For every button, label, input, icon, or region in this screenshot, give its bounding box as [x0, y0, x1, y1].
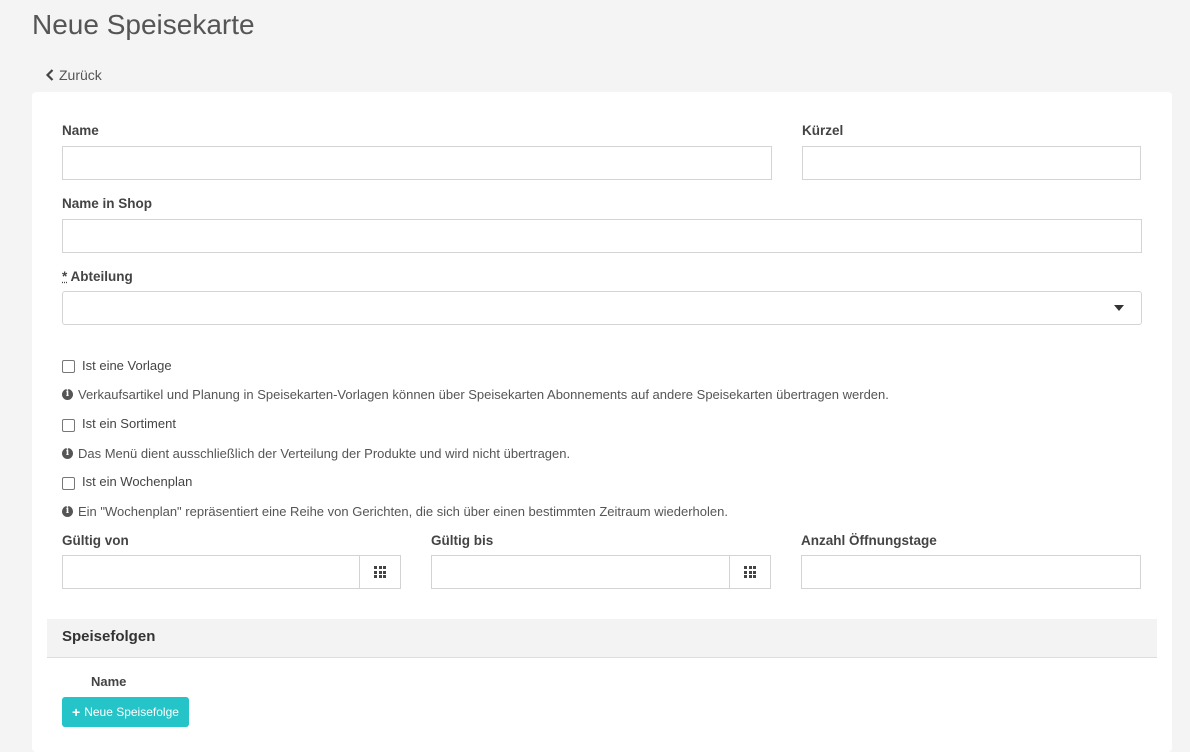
info-circle-icon: i	[62, 389, 73, 400]
name-label: Name	[62, 123, 99, 138]
wochenplan-label: Ist ein Wochenplan	[82, 474, 193, 489]
speisefolgen-title: Speisefolgen	[62, 628, 156, 645]
wochenplan-info-text: Ein "Wochenplan" repräsentiert eine Reih…	[78, 504, 728, 519]
name-in-shop-input[interactable]	[62, 219, 1142, 253]
sortiment-checkbox[interactable]	[62, 419, 75, 432]
chevron-left-icon	[45, 69, 54, 81]
add-speisefolge-button[interactable]: + Neue Speisefolge	[62, 697, 189, 727]
gueltig-von-calendar-button[interactable]	[359, 556, 400, 588]
abteilung-label: * Abteilung	[62, 269, 133, 284]
speisefolgen-column-name: Name	[91, 674, 127, 689]
add-speisefolge-label: Neue Speisefolge	[84, 705, 179, 719]
kuerzel-label: Kürzel	[802, 123, 844, 138]
vorlage-checkbox[interactable]	[62, 360, 75, 373]
oeffnungstage-label: Anzahl Öffnungstage	[801, 533, 937, 548]
info-circle-icon: i	[62, 448, 73, 459]
speisefolgen-header: Speisefolgen	[47, 619, 1157, 658]
vorlage-info: i Verkaufsartikel und Planung in Speisek…	[62, 387, 889, 402]
sortiment-info-text: Das Menü dient ausschließlich der Vertei…	[78, 446, 571, 461]
kuerzel-input[interactable]	[802, 146, 1141, 180]
wochenplan-checkbox[interactable]	[62, 477, 75, 490]
oeffnungstage-input[interactable]	[801, 555, 1141, 589]
back-link[interactable]: Zurück	[45, 67, 102, 83]
gueltig-bis-field[interactable]	[431, 555, 771, 589]
calendar-grid-icon	[374, 566, 386, 578]
gueltig-bis-label: Gültig bis	[431, 533, 494, 548]
gueltig-von-field[interactable]	[62, 555, 401, 589]
vorlage-info-text: Verkaufsartikel und Planung in Speisekar…	[78, 387, 889, 402]
gueltig-von-label: Gültig von	[62, 533, 129, 548]
abteilung-label-text: Abteilung	[70, 269, 133, 284]
sortiment-label: Ist ein Sortiment	[82, 416, 176, 431]
wochenplan-info: i Ein "Wochenplan" repräsentiert eine Re…	[62, 504, 728, 519]
required-marker: *	[62, 269, 68, 284]
back-label: Zurück	[59, 67, 102, 83]
page-title: Neue Speisekarte	[32, 9, 255, 40]
sortiment-info: i Das Menü dient ausschließlich der Vert…	[62, 446, 570, 461]
calendar-grid-icon	[744, 566, 756, 578]
form-card: Name Kürzel Name in Shop * Abteilung Ist…	[32, 92, 1172, 752]
name-in-shop-label: Name in Shop	[62, 196, 153, 211]
abteilung-select[interactable]	[62, 291, 1142, 325]
caret-down-icon	[1114, 305, 1124, 311]
info-circle-icon: i	[62, 506, 73, 517]
name-input[interactable]	[62, 146, 772, 180]
vorlage-label: Ist eine Vorlage	[82, 358, 172, 373]
gueltig-bis-calendar-button[interactable]	[729, 556, 770, 588]
plus-icon: +	[72, 704, 81, 720]
